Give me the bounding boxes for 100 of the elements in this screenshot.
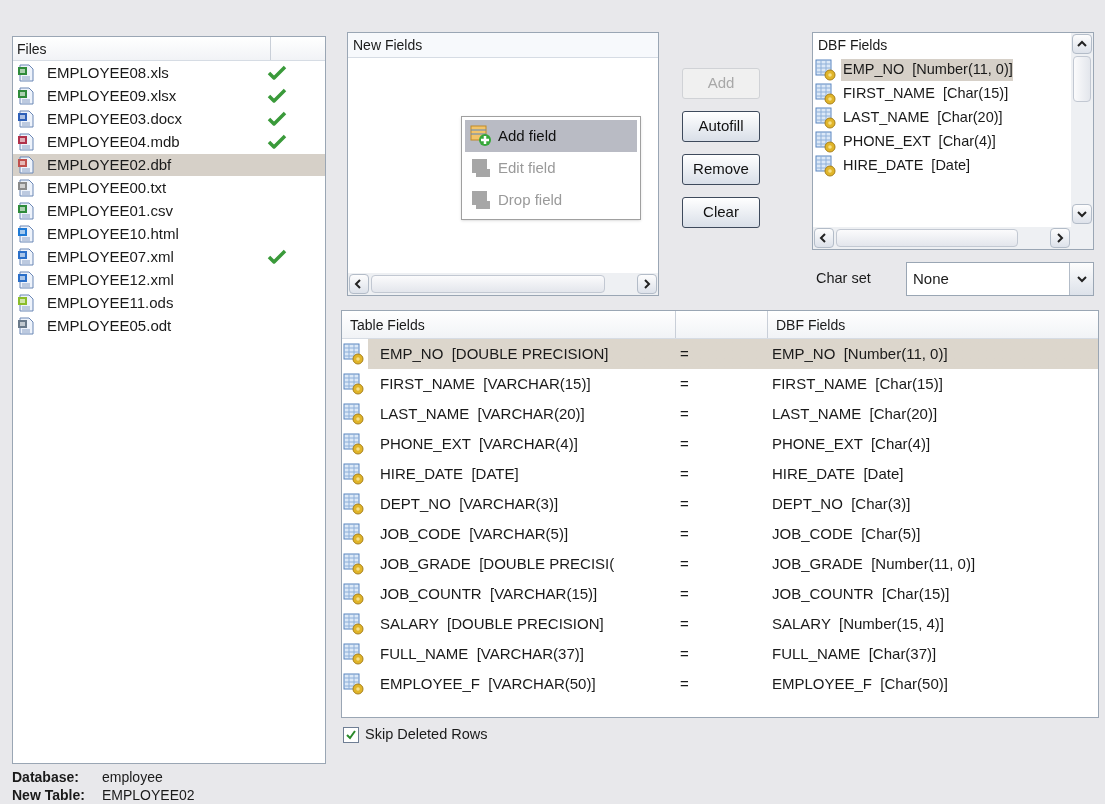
table-cell-text: FIRST_NAME [VARCHAR(15)]	[380, 373, 592, 394]
file-list-item[interactable]: EMPLOYEE12.xml	[13, 269, 325, 291]
table-cell-text: FIRST_NAME [Char(15)]	[772, 373, 943, 394]
file-list-item[interactable]: EMPLOYEE00.txt	[13, 177, 325, 199]
table-cell-text: =	[680, 343, 690, 364]
table-cell-text: HIRE_DATE [DATE]	[380, 463, 520, 484]
file-list-item[interactable]: EMPLOYEE05.odt	[13, 315, 325, 337]
chevron-down-icon	[1075, 273, 1088, 285]
mapping-row[interactable]: LAST_NAME [VARCHAR(20)] = LAST_NAME [Char(20)]	[342, 399, 1098, 429]
field-icon	[470, 189, 492, 211]
database-file-icon	[17, 133, 35, 151]
checkmark-icon	[267, 249, 287, 265]
table-gear-icon	[343, 613, 365, 635]
table-gear-icon	[343, 463, 365, 485]
mapping-row[interactable]: DEPT_NO [VARCHAR(3)] = DEPT_NO [Char(3)]	[342, 489, 1098, 519]
add-field-icon	[470, 125, 492, 147]
table-cell-text: EMP_NO [Number(11, 0)]	[772, 343, 948, 364]
info-label: New Table:	[12, 786, 86, 804]
scrollbar-thumb[interactable]	[371, 275, 605, 293]
mapping-row[interactable]: EMPLOYEE_F [VARCHAR(50)] = EMPLOYEE_F [Char(50)]	[342, 669, 1098, 699]
table-gear-icon	[343, 523, 365, 545]
spreadsheet-file-icon	[17, 202, 35, 220]
table-gear-icon	[343, 403, 365, 425]
info-value: EMPLOYEE02	[102, 786, 195, 804]
field-icon	[470, 157, 492, 179]
scroll-up-button[interactable]	[1072, 34, 1092, 54]
file-list-item[interactable]: EMPLOYEE02.dbf	[13, 154, 325, 176]
table-cell-text: SALARY [Number(15, 4)]	[772, 613, 945, 634]
menu-item[interactable]: Add field	[465, 120, 637, 152]
file-list-item[interactable]: EMPLOYEE01.csv	[13, 200, 325, 222]
table-gear-icon	[343, 553, 365, 575]
scrollbar-thumb[interactable]	[1073, 56, 1091, 102]
scroll-right-button[interactable]	[1050, 228, 1070, 248]
table-gear-icon	[343, 643, 365, 665]
field-list-item[interactable]: FIRST_NAME [Char(15)]	[841, 83, 1009, 105]
scroll-right-button[interactable]	[637, 274, 657, 294]
web-page-icon	[17, 225, 35, 243]
file-list-item[interactable]: EMPLOYEE11.ods	[13, 292, 325, 314]
mapping-row[interactable]: HIRE_DATE [DATE] = HIRE_DATE [Date]	[342, 459, 1098, 489]
table-cell-text: =	[680, 643, 690, 664]
table-cell-text: =	[680, 373, 690, 394]
table-gear-icon	[343, 343, 365, 365]
table-cell-text: LAST_NAME [VARCHAR(20)]	[380, 403, 586, 424]
table-gear-icon	[343, 583, 365, 605]
scrollbar-thumb[interactable]	[836, 229, 1018, 247]
scroll-left-button[interactable]	[814, 228, 834, 248]
table-gear-icon	[815, 107, 837, 129]
spreadsheet-file-icon	[17, 64, 35, 82]
panel-header: DBF Fields	[817, 36, 889, 55]
file-list-item[interactable]: EMPLOYEE03.docx	[13, 108, 325, 130]
table-cell-text: =	[680, 433, 690, 454]
mapping-row[interactable]: SALARY [DOUBLE PRECISION] = SALARY [Number(15, 4)]	[342, 609, 1098, 639]
table-cell-text: HIRE_DATE [Date]	[772, 463, 904, 484]
mapping-row[interactable]: JOB_CODE [VARCHAR(5)] = JOB_CODE [Char(5)]	[342, 519, 1098, 549]
table-cell-text: SALARY [DOUBLE PRECISION]	[380, 613, 605, 634]
charset-dropdown[interactable]: None	[906, 262, 1094, 296]
mapping-row[interactable]: JOB_GRADE [DOUBLE PRECISI( = JOB_GRADE [Number(11, 0)]	[342, 549, 1098, 579]
file-list-item[interactable]: EMPLOYEE08.xls	[13, 62, 325, 84]
action-button[interactable]: Clear	[682, 197, 760, 228]
scroll-left-button[interactable]	[349, 274, 369, 294]
mapping-row[interactable]: EMP_NO [DOUBLE PRECISION] = EMP_NO [Number(11, 0)]	[342, 339, 1098, 369]
table-gear-icon	[815, 131, 837, 153]
table-cell-text: JOB_CODE [Char(5)]	[772, 523, 921, 544]
scroll-down-button[interactable]	[1072, 204, 1092, 224]
table-cell-text: JOB_GRADE [DOUBLE PRECISI(	[380, 553, 616, 574]
column-header[interactable]: Table Fields	[342, 311, 676, 338]
file-list-item[interactable]: EMPLOYEE07.xml	[13, 246, 325, 268]
field-list-item[interactable]: LAST_NAME [Char(20)]	[841, 107, 1003, 129]
action-button[interactable]: Remove	[682, 154, 760, 185]
action-button[interactable]: Autofill	[682, 111, 760, 142]
chevron-right-icon	[1054, 232, 1066, 244]
skip-deleted-checkbox[interactable]: Skip Deleted Rows	[343, 724, 1099, 746]
table-cell-text: FULL_NAME [VARCHAR(37)]	[380, 643, 585, 664]
document-file-icon	[17, 110, 35, 128]
table-cell-text: EMP_NO [DOUBLE PRECISION]	[380, 343, 610, 364]
mapping-row[interactable]: FIRST_NAME [VARCHAR(15)] = FIRST_NAME [Char(15)]	[342, 369, 1098, 399]
table-cell-text: =	[680, 553, 690, 574]
mapping-row[interactable]: FULL_NAME [VARCHAR(37)] = FULL_NAME [Char(37)]	[342, 639, 1098, 669]
table-cell-text: PHONE_EXT [VARCHAR(4)]	[380, 433, 579, 454]
table-cell-text: EMPLOYEE_F [Char(50)]	[772, 673, 948, 694]
file-list-item[interactable]: EMPLOYEE10.html	[13, 223, 325, 245]
table-cell-text: =	[680, 613, 690, 634]
table-cell-text: =	[680, 493, 690, 514]
table-gear-icon	[815, 155, 837, 177]
column-header[interactable]: DBF Fields	[768, 311, 1098, 338]
field-list-item[interactable]: PHONE_EXT [Char(4)]	[841, 131, 996, 153]
charset-label: Char set	[815, 269, 872, 289]
table-cell-text: EMPLOYEE_F [VARCHAR(50)]	[380, 673, 597, 694]
field-list-item[interactable]: EMP_NO [Number(11, 0)]	[841, 59, 1013, 81]
table-gear-icon	[815, 83, 837, 105]
mapping-row[interactable]: JOB_COUNTR [VARCHAR(15)] = JOB_COUNTR [Char(15)]	[342, 579, 1098, 609]
file-list-item[interactable]: EMPLOYEE09.xlsx	[13, 85, 325, 107]
checkmark-icon	[345, 728, 357, 741]
file-list-item[interactable]: EMPLOYEE04.mdb	[13, 131, 325, 153]
checkmark-icon	[267, 65, 287, 81]
table-cell-text: LAST_NAME [Char(20)]	[772, 403, 938, 424]
table-cell-text: PHONE_EXT [Char(4)]	[772, 433, 931, 454]
field-list-item[interactable]: HIRE_DATE [Date]	[841, 155, 971, 177]
mapping-row[interactable]: PHONE_EXT [VARCHAR(4)] = PHONE_EXT [Char(4)]	[342, 429, 1098, 459]
panel-header: New Fields	[348, 33, 658, 58]
